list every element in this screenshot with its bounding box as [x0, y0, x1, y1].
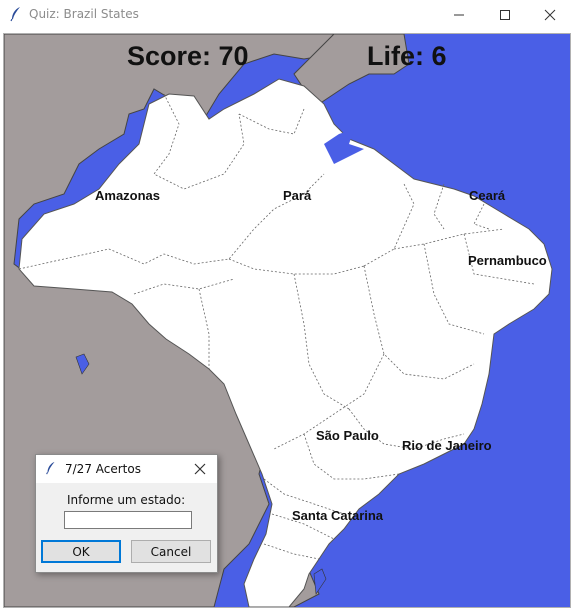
state-input[interactable] [64, 511, 192, 529]
maximize-icon [500, 9, 510, 20]
state-label-rio-de-janeiro: Rio de Janeiro [402, 438, 492, 453]
state-label-santa-catarina: Santa Catarina [292, 508, 384, 523]
minimize-icon [454, 14, 464, 15]
dialog-titlebar: 7/27 Acertos [36, 455, 217, 483]
feather-icon [46, 461, 55, 475]
window-titlebar: Quiz: Brazil States [0, 0, 573, 29]
state-label-ceara: Ceará [469, 188, 506, 203]
close-button[interactable] [527, 0, 573, 29]
state-label-sao-paulo: São Paulo [316, 428, 379, 443]
cancel-button[interactable]: Cancel [131, 540, 211, 563]
feather-icon [10, 7, 20, 22]
dialog-prompt: Informe um estado: [67, 493, 186, 507]
window-title: Quiz: Brazil States [29, 7, 139, 21]
minimize-button[interactable] [436, 0, 482, 29]
state-input-dialog: 7/27 Acertos Informe um estado: OK Cance… [35, 454, 218, 573]
lagoon [313, 568, 327, 595]
score-display: Score: 70 [127, 41, 249, 71]
dialog-title: 7/27 Acertos [65, 462, 141, 476]
life-display: Life: 6 [367, 41, 447, 71]
close-icon[interactable] [192, 461, 208, 477]
maximize-button[interactable] [482, 0, 528, 29]
state-label-amazonas: Amazonas [95, 188, 161, 203]
close-icon [544, 9, 556, 20]
state-label-pernambuco: Pernambuco [468, 253, 547, 268]
state-label-para: Pará [283, 188, 312, 203]
ok-button[interactable]: OK [41, 540, 121, 563]
